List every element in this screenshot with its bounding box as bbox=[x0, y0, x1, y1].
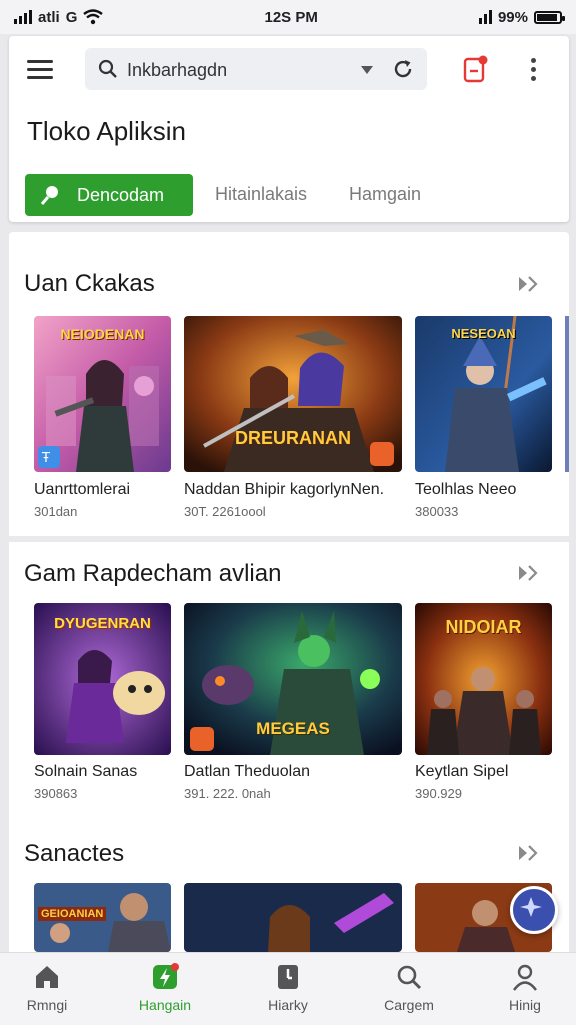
tab-dencodam[interactable]: Dencodam bbox=[25, 174, 193, 216]
app-tile[interactable]: MEGEAS bbox=[184, 603, 402, 755]
wifi-icon bbox=[83, 9, 104, 25]
section-title: Uan Ckakas bbox=[24, 270, 155, 297]
section-title: Gam Rapdecham avlian bbox=[24, 560, 282, 587]
game-art-title: NESEOAN bbox=[451, 326, 516, 341]
more-options-button[interactable] bbox=[529, 58, 537, 84]
nav-label: Hinig bbox=[509, 997, 541, 1013]
nav-label: Cargem bbox=[384, 997, 434, 1013]
app-meta: 390863 bbox=[34, 786, 78, 801]
nav-item-hiarky[interactable]: Hiarky bbox=[243, 963, 333, 1013]
nav-label: Hangain bbox=[138, 997, 192, 1013]
carrier-label: atli bbox=[38, 8, 60, 26]
app-tile[interactable]: DYUGENRAN bbox=[34, 603, 171, 755]
app-meta: 301dan bbox=[34, 504, 78, 519]
tab-hamgain[interactable]: Hamgain bbox=[349, 184, 421, 205]
search-icon bbox=[98, 59, 117, 78]
search-input[interactable] bbox=[125, 54, 349, 86]
battery-icon bbox=[534, 10, 565, 24]
sparkle-icon bbox=[520, 897, 542, 917]
app-meta: 30T. 2261oool bbox=[184, 504, 266, 519]
network-type: G bbox=[65, 8, 78, 26]
app-tile[interactable]: NIDOIAR bbox=[415, 603, 552, 755]
app-meta: 380033 bbox=[415, 504, 459, 519]
game-art-title: NIDOIAR bbox=[445, 617, 522, 637]
app-name: Datlan Theduolan bbox=[184, 763, 311, 780]
tab-label: Dencodam bbox=[77, 184, 165, 205]
game-art-title: GEIOANIAN bbox=[38, 907, 107, 921]
home-icon bbox=[36, 966, 58, 988]
nav-item-hangain[interactable]: Hangain bbox=[120, 963, 210, 1013]
tab-hitainlakais[interactable]: Hitainlakais bbox=[215, 184, 307, 205]
bottom-navigation: Rmngi Hangain Hiarky Cargem Hinig bbox=[0, 952, 576, 1025]
app-tile[interactable] bbox=[565, 316, 569, 472]
section-title: Sanactes bbox=[24, 840, 125, 867]
status-bar: atli G 12S PM 99% bbox=[0, 0, 576, 34]
app-name: Keytlan Sipel bbox=[415, 763, 509, 780]
nav-label: Hiarky bbox=[268, 997, 308, 1013]
chevron-right-icon[interactable] bbox=[516, 563, 540, 583]
app-tile[interactable]: NESEOAN bbox=[415, 316, 552, 472]
bolt-icon bbox=[153, 963, 179, 989]
dropdown-icon[interactable] bbox=[361, 66, 373, 74]
store-header: Tloko Apliksin Dencodam Hitainlakais Ham… bbox=[9, 36, 569, 222]
game-art-title: NEIODENAN bbox=[60, 326, 145, 342]
nav-item-cargem[interactable]: Cargem bbox=[364, 963, 454, 1013]
app-name: Naddan Bhipir kagorlynNen. bbox=[184, 481, 385, 498]
app-meta: 390.929 bbox=[415, 786, 462, 801]
clock-icon bbox=[278, 965, 298, 989]
app-tile[interactable]: GEIOANIAN bbox=[34, 883, 171, 952]
signal-icon bbox=[14, 10, 32, 24]
refresh-icon[interactable] bbox=[391, 57, 415, 81]
game-art-title: DYUGENRAN bbox=[54, 615, 151, 632]
app-tile[interactable] bbox=[184, 883, 402, 952]
fab-button[interactable] bbox=[510, 886, 558, 934]
app-name: Uanrttomlerai bbox=[34, 481, 131, 498]
app-tile[interactable]: DREURANAN bbox=[184, 316, 402, 472]
chevron-right-icon[interactable] bbox=[516, 274, 540, 294]
search-icon bbox=[397, 965, 422, 990]
notification-icon[interactable] bbox=[459, 54, 489, 84]
nav-label: Rmngi bbox=[26, 997, 68, 1013]
chevron-right-icon[interactable] bbox=[516, 843, 540, 863]
game-art bbox=[184, 883, 402, 952]
menu-button[interactable] bbox=[27, 60, 53, 80]
battery-percent: 99% bbox=[497, 8, 528, 26]
app-name: Solnain Sanas bbox=[34, 763, 138, 780]
game-art-title: MEGEAS bbox=[256, 719, 330, 738]
nav-item-hinig[interactable]: Hinig bbox=[480, 963, 570, 1013]
app-tile[interactable]: Ŧ NEIODENAN bbox=[34, 316, 171, 472]
page-title: Tloko Apliksin bbox=[27, 116, 186, 146]
game-art-title: DREURANAN bbox=[235, 428, 351, 448]
app-name: Teolhlas Neeo bbox=[415, 481, 517, 498]
nav-item-home[interactable]: Rmngi bbox=[2, 963, 92, 1013]
pin-icon bbox=[40, 186, 58, 205]
person-icon bbox=[513, 964, 537, 991]
app-meta: 391. 222. 0nah bbox=[184, 786, 271, 801]
section-divider bbox=[9, 536, 569, 542]
search-bar[interactable] bbox=[85, 48, 427, 90]
signal-icon bbox=[478, 10, 492, 24]
svg-text:Ŧ: Ŧ bbox=[41, 451, 50, 466]
clock: 12S PM bbox=[264, 8, 318, 26]
